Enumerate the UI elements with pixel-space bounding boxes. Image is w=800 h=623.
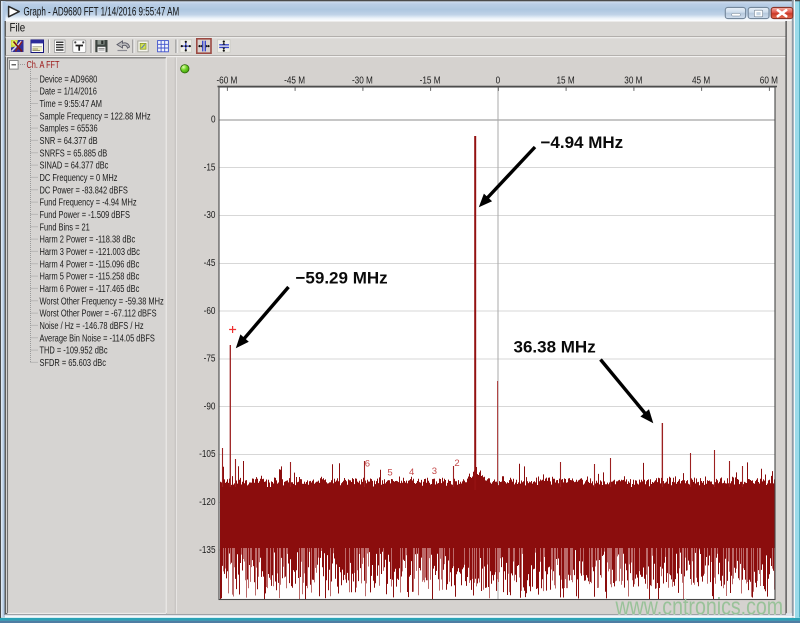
- svg-text:-45 M: -45 M: [284, 73, 305, 85]
- svg-text:2: 2: [454, 458, 459, 469]
- svg-text:Worst Other Frequency = -59.38: Worst Other Frequency = -59.38 MHz: [40, 295, 165, 307]
- svg-text:60 M: 60 M: [760, 73, 778, 85]
- svg-text:45 M: 45 M: [692, 73, 710, 85]
- svg-text:6: 6: [365, 458, 370, 469]
- svg-text:Harm 4 Power = -115.096 dBc: Harm 4 Power = -115.096 dBc: [40, 258, 140, 270]
- svg-text:SFDR = 65.603 dBc: SFDR = 65.603 dBc: [40, 357, 107, 369]
- svg-text:Fund Bins = 21: Fund Bins = 21: [40, 221, 90, 233]
- svg-text:-90: -90: [204, 399, 216, 411]
- svg-text:0: 0: [496, 73, 501, 85]
- svg-text:THD = -109.952 dBc: THD = -109.952 dBc: [40, 344, 108, 356]
- svg-text:Ch. A FFT: Ch. A FFT: [27, 59, 60, 71]
- svg-text:SINAD = 64.377 dBc: SINAD = 64.377 dBc: [40, 159, 109, 171]
- svg-text:Time = 9:55:47 AM: Time = 9:55:47 AM: [40, 98, 102, 110]
- svg-text:DC Power = -83.842 dBFS: DC Power = -83.842 dBFS: [40, 184, 128, 196]
- svg-text:SNRFS = 65.885 dB: SNRFS = 65.885 dB: [40, 147, 108, 159]
- svg-text:Harm 3 Power = -121.003 dBc: Harm 3 Power = -121.003 dBc: [40, 246, 141, 258]
- svg-text:-15 M: -15 M: [420, 73, 441, 85]
- svg-text:−59.29 MHz: −59.29 MHz: [296, 269, 388, 288]
- svg-text:-30 M: -30 M: [352, 73, 373, 85]
- svg-text:5: 5: [387, 467, 392, 478]
- svg-text:Fund Power = -1.509 dBFS: Fund Power = -1.509 dBFS: [40, 209, 130, 221]
- svg-text:Harm 2 Power = -118.38 dBc: Harm 2 Power = -118.38 dBc: [40, 233, 136, 245]
- svg-text:-105: -105: [199, 447, 215, 459]
- svg-text:−4.94 MHz: −4.94 MHz: [541, 133, 624, 152]
- svg-text:Harm 6 Power = -117.465 dBc: Harm 6 Power = -117.465 dBc: [40, 283, 140, 295]
- svg-text:File: File: [10, 22, 26, 35]
- svg-text:-120: -120: [199, 495, 215, 507]
- svg-text:Worst Other Power = -67.112 dB: Worst Other Power = -67.112 dBFS: [40, 307, 157, 319]
- svg-text:3: 3: [432, 466, 437, 477]
- svg-text:-60 M: -60 M: [216, 73, 237, 85]
- svg-text:www.cntronics.com: www.cntronics.com: [615, 592, 784, 620]
- svg-text:Average Bin Noise = -114.05 dB: Average Bin Noise = -114.05 dBFS: [40, 332, 155, 344]
- svg-text:Sample Frequency = 122.88 MHz: Sample Frequency = 122.88 MHz: [40, 110, 151, 122]
- svg-text:-75: -75: [204, 352, 216, 364]
- svg-text:-45: -45: [204, 256, 216, 268]
- svg-text:Noise / Hz = -146.78 dBFS / Hz: Noise / Hz = -146.78 dBFS / Hz: [40, 320, 144, 332]
- svg-text:DC Frequency = 0 MHz: DC Frequency = 0 MHz: [40, 172, 118, 184]
- svg-text:Harm 5 Power = -115.258 dBc: Harm 5 Power = -115.258 dBc: [40, 270, 140, 282]
- svg-text:Graph - AD9680 FFT 1/14/2016 9: Graph - AD9680 FFT 1/14/2016 9:55:47 AM: [24, 6, 180, 19]
- svg-text:Fund Frequency = -4.94 MHz: Fund Frequency = -4.94 MHz: [40, 196, 137, 208]
- svg-text:Samples = 65536: Samples = 65536: [40, 122, 98, 134]
- svg-text:SNR = 64.377 dB: SNR = 64.377 dB: [40, 135, 98, 147]
- svg-text:36.38 MHz: 36.38 MHz: [514, 338, 596, 357]
- svg-text:-135: -135: [199, 543, 215, 555]
- svg-text:-30: -30: [204, 208, 216, 220]
- svg-text:-15: -15: [204, 160, 216, 172]
- svg-text:0: 0: [211, 113, 216, 125]
- svg-text:30 M: 30 M: [624, 73, 642, 85]
- svg-text:Date = 1/14/2016: Date = 1/14/2016: [40, 85, 97, 97]
- svg-text:15 M: 15 M: [557, 73, 575, 85]
- svg-text:4: 4: [409, 467, 414, 478]
- svg-text:Device = AD9680: Device = AD9680: [40, 73, 98, 85]
- svg-text:-60: -60: [204, 304, 216, 316]
